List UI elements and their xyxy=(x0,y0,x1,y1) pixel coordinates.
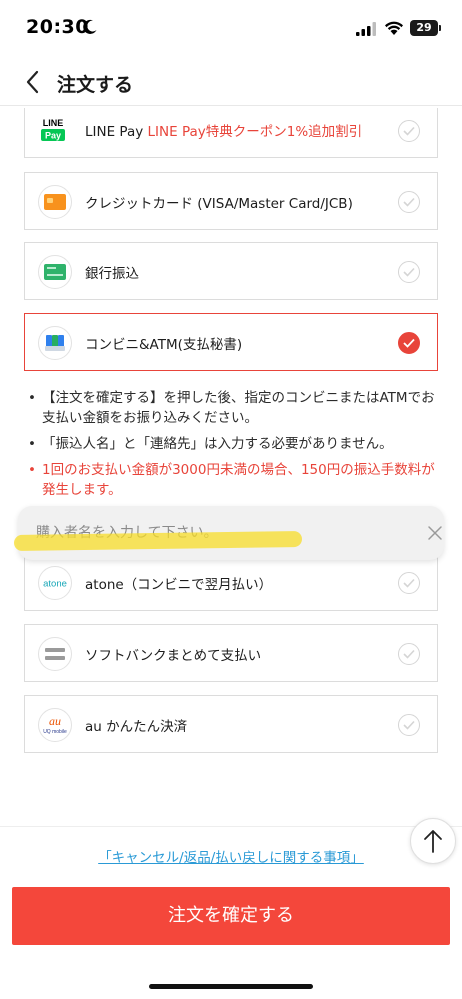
payment-label: LINE Pay LINE Pay特典クーポン1%追加割引 xyxy=(85,120,362,140)
radio-check-icon[interactable] xyxy=(398,120,420,142)
svg-text:Pay: Pay xyxy=(45,131,61,141)
note-item: 「振込人名」と「連絡先」は入力する必要がありません。 xyxy=(28,434,440,454)
credit-card-icon xyxy=(38,185,72,219)
radio-check-icon[interactable] xyxy=(398,261,420,283)
atone-icon: atone xyxy=(38,566,72,600)
radio-check-icon[interactable] xyxy=(398,643,420,665)
line-pay-label: LINE Pay xyxy=(85,124,144,140)
signal-icon xyxy=(356,22,376,36)
wifi-icon xyxy=(385,21,403,35)
note-item-warning: 1回のお支払い金額が3000円未満の場合、150円の振込手数料が発生します。 xyxy=(28,460,440,500)
au-icon: au UQ mobile xyxy=(38,708,72,742)
uq-mobile-logo-text: UQ mobile xyxy=(43,729,67,735)
nav-bar: 注文する xyxy=(0,58,462,106)
payment-option-credit-card[interactable]: クレジットカード (VISA/Master Card/JCB) xyxy=(24,172,438,230)
payment-label: 銀行振込 xyxy=(85,266,139,282)
payment-label: ソフトバンクまとめて支払い xyxy=(85,648,262,664)
radio-checked-icon[interactable] xyxy=(398,332,420,354)
battery-nub xyxy=(439,25,441,31)
cancel-policy-link[interactable]: 「キャンセル/返品/払い戻しに関する事項」 xyxy=(0,846,462,866)
radio-check-icon[interactable] xyxy=(398,714,420,736)
atone-logo-text: atone xyxy=(43,579,67,590)
payment-option-au[interactable]: au UQ mobile au かんたん決済 xyxy=(24,695,438,753)
home-indicator xyxy=(149,984,313,989)
radio-check-icon[interactable] xyxy=(398,191,420,213)
payment-option-bank-transfer[interactable]: 銀行振込 xyxy=(24,242,438,300)
footer-divider xyxy=(0,826,462,827)
status-bar: 20:30 29 xyxy=(0,0,462,58)
payment-option-softbank[interactable]: ソフトバンクまとめて支払い xyxy=(24,624,438,682)
payment-option-convenience[interactable]: コンビニ&ATM(支払秘書) xyxy=(24,313,438,371)
payment-option-line-pay[interactable]: LINE Pay LINE Pay LINE Pay特典クーポン1%追加割引 xyxy=(24,108,438,158)
note-item: 【注文を確定する】を押した後、指定のコンビニまたはATMでお支払い金額をお振り込… xyxy=(28,388,440,428)
payment-notes: 【注文を確定する】を押した後、指定のコンビニまたはATMでお支払い金額をお振り込… xyxy=(28,388,440,506)
battery-indicator: 29 xyxy=(410,20,438,36)
moon-icon xyxy=(83,19,97,34)
payment-label: au かんたん決済 xyxy=(85,719,188,735)
payment-option-atone[interactable]: atone atone（コンビニで翌月払い） xyxy=(24,553,438,611)
page-title: 注文する xyxy=(57,74,134,96)
confirm-order-button[interactable]: 注文を確定する xyxy=(12,887,450,945)
bank-icon xyxy=(38,255,72,289)
status-time: 20:30 xyxy=(26,16,89,38)
payment-label: コンビニ&ATM(支払秘書) xyxy=(85,337,243,353)
payment-label: クレジットカード (VISA/Master Card/JCB) xyxy=(85,196,353,212)
softbank-icon xyxy=(38,637,72,671)
payment-label: atone（コンビニで翌月払い） xyxy=(85,577,273,593)
svg-text:LINE: LINE xyxy=(43,118,64,128)
au-logo-text: au xyxy=(49,714,61,728)
close-icon[interactable] xyxy=(426,524,444,542)
radio-check-icon[interactable] xyxy=(398,572,420,594)
store-icon xyxy=(38,326,72,360)
line-pay-icon: LINE Pay xyxy=(38,114,68,144)
line-pay-promo: LINE Pay特典クーポン1%追加割引 xyxy=(147,124,363,140)
back-icon[interactable] xyxy=(22,68,44,96)
